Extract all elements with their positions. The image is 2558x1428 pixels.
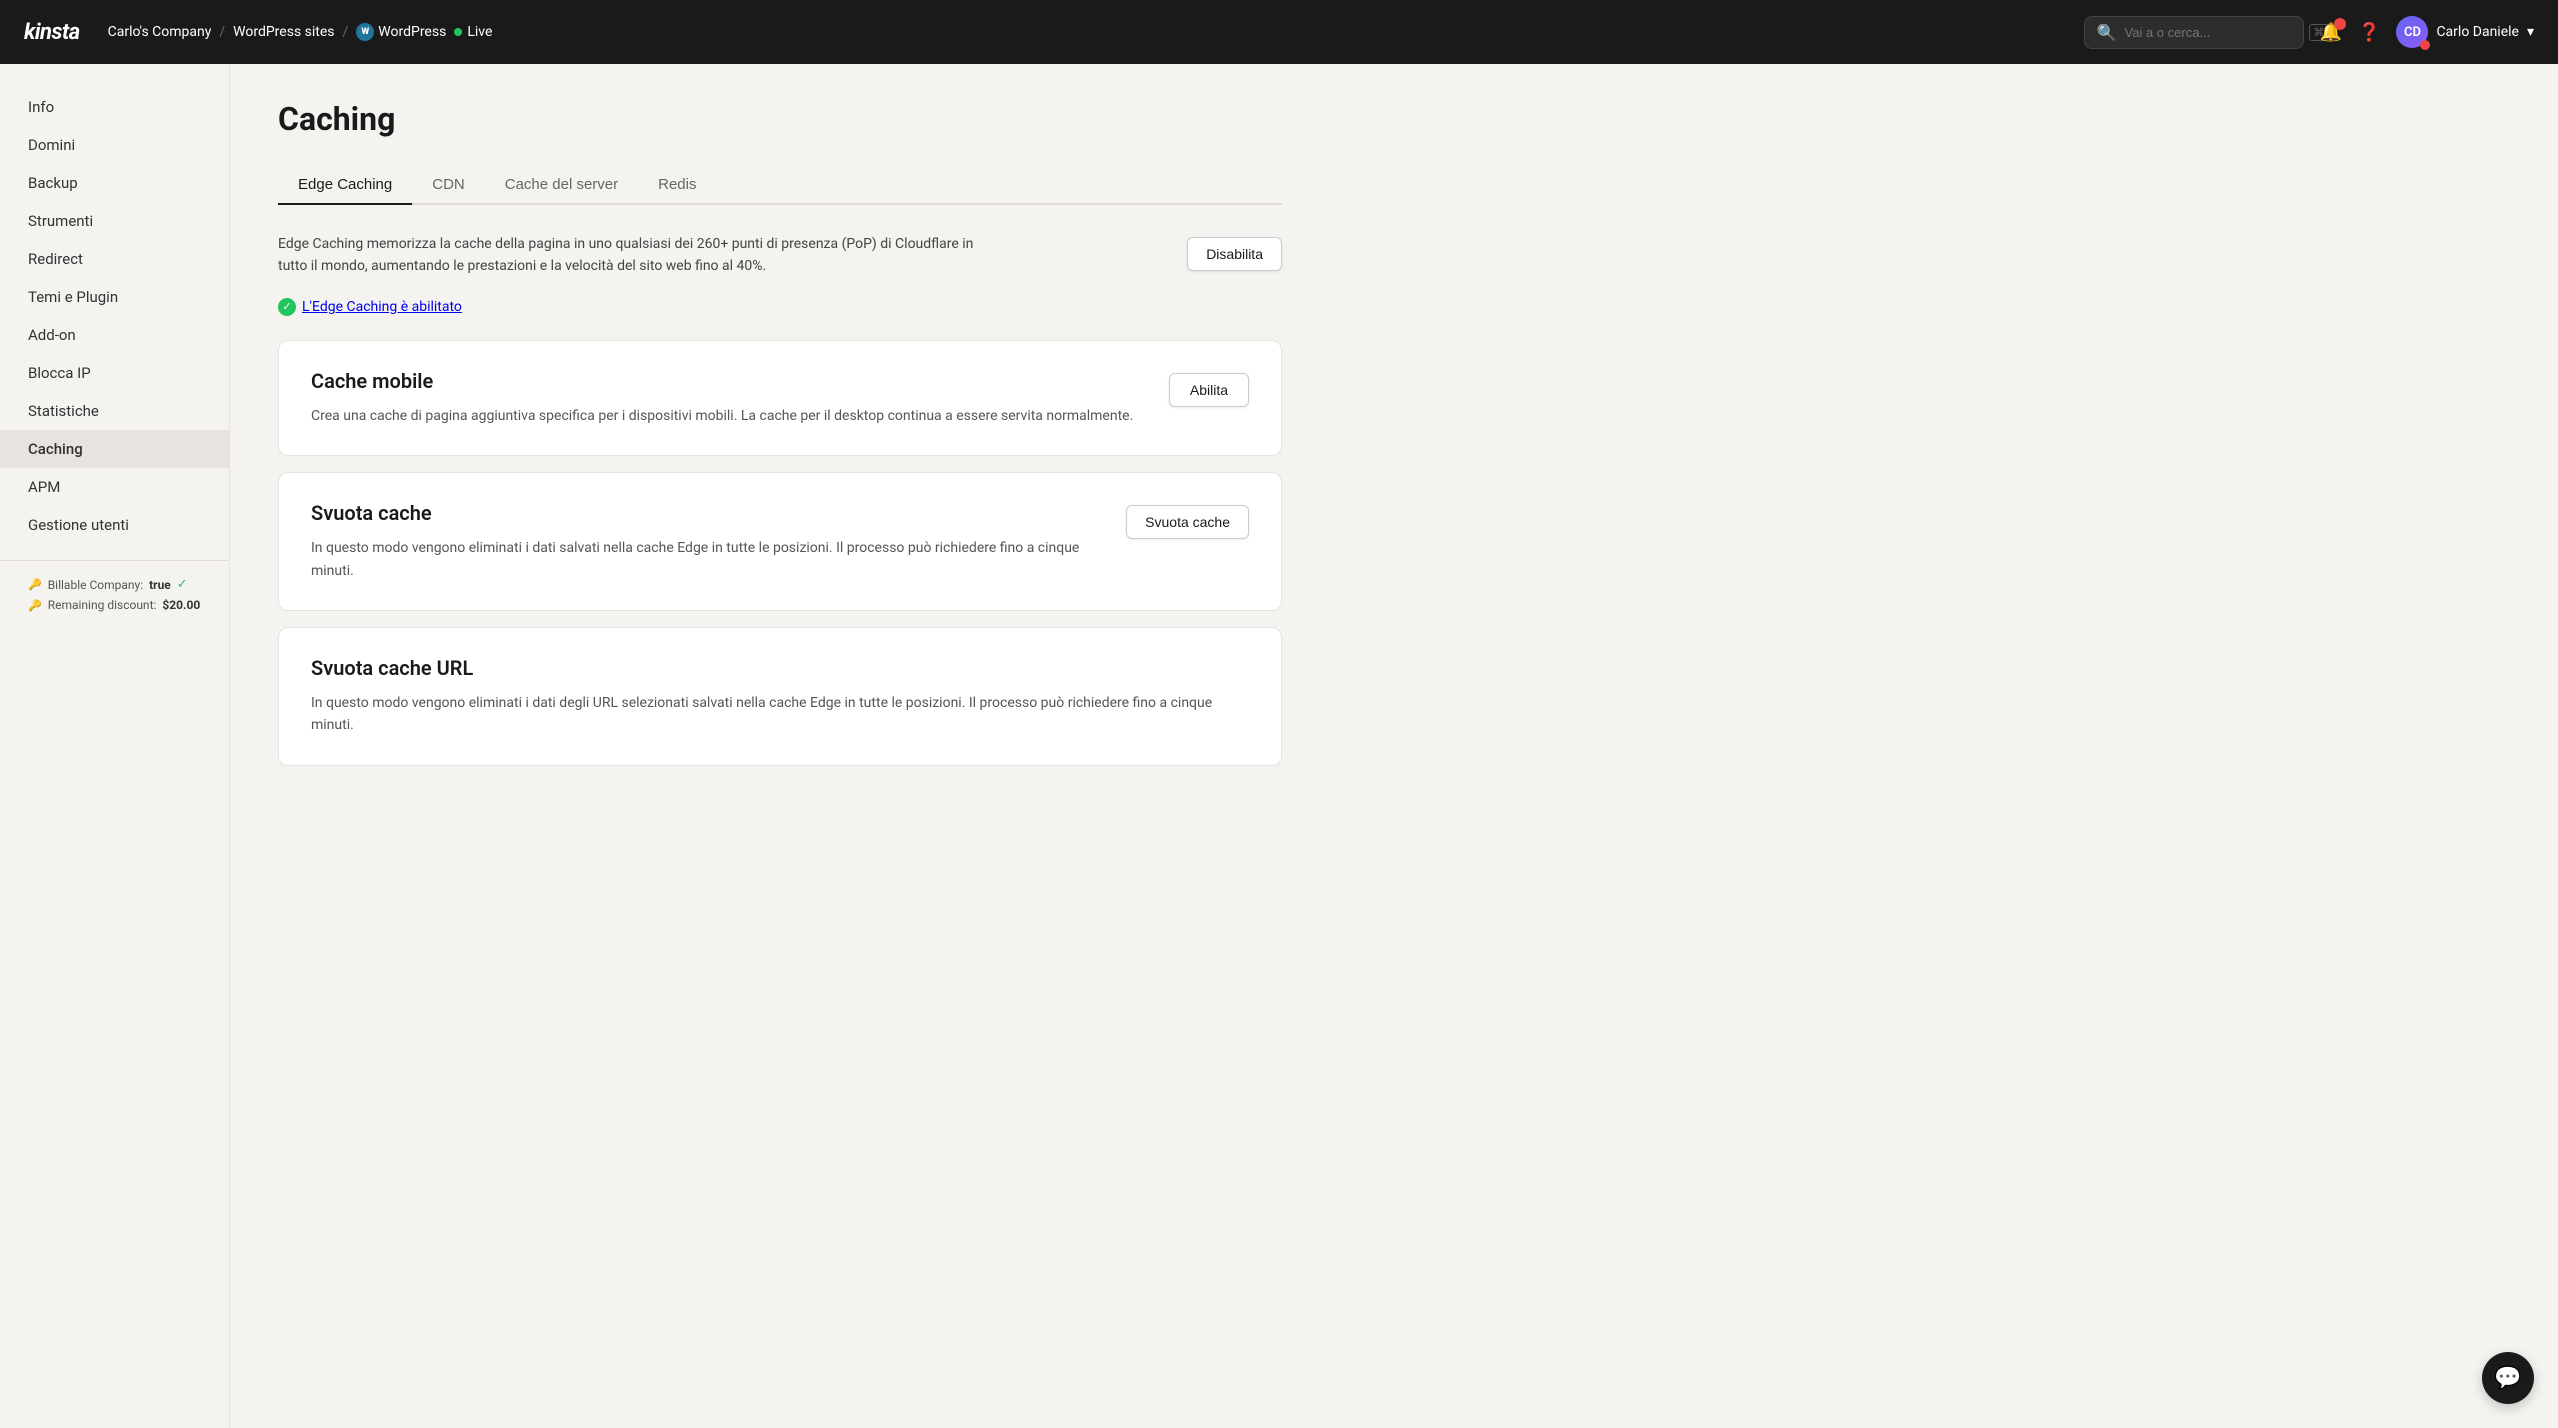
tab-redis[interactable]: Redis [638,166,716,205]
topnav-icons: 🔔 ❓ CD Carlo Daniele ▾ [2320,16,2534,48]
user-menu[interactable]: CD Carlo Daniele ▾ [2396,16,2534,48]
card-title-svuota-cache-url: Svuota cache URL [311,656,1249,680]
live-badge: Live [454,24,492,40]
tab-cdn[interactable]: CDN [412,166,485,205]
tabs: Edge CachingCDNCache del serverRedis [278,166,1282,205]
live-label: Live [467,24,492,40]
sidebar-item-caching[interactable]: Caching [0,430,229,468]
sidebar-item-strumenti[interactable]: Strumenti [0,202,229,240]
wp-site-name: W WordPress [356,23,446,41]
search-icon: 🔍 [2097,23,2117,42]
layout: InfoDominiBackupStrumentiRedirectTemi e … [0,64,2558,1428]
chat-button[interactable]: 💬 [2482,1352,2534,1404]
notifications-badge [2334,18,2346,30]
billable-label: Billable Company: [48,578,143,592]
breadcrumb-sep1: / [219,24,225,40]
card-svuota-cache: Svuota cache In questo modo vengono elimi… [278,472,1282,611]
card-desc-svuota-cache-url: In questo modo vengono eliminati i dati … [311,692,1249,737]
sidebar-item-addon[interactable]: Add-on [0,316,229,354]
check-icon: ✓ [177,577,188,592]
sidebar-item-apm[interactable]: APM [0,468,229,506]
card-button-svuota-cache[interactable]: Svuota cache [1126,505,1249,539]
user-badge [2420,40,2430,50]
billable-value: true [149,578,171,592]
sidebar-item-temi-plugin[interactable]: Temi e Plugin [0,278,229,316]
sidebar-item-domini[interactable]: Domini [0,126,229,164]
discount-label: Remaining discount: [48,598,157,612]
edge-caching-desc-area: Edge Caching memorizza la cache della pa… [278,233,1282,278]
help-button[interactable]: ❓ [2358,22,2380,43]
edge-caching-description: Edge Caching memorizza la cache della pa… [278,233,998,278]
key-icon-2: 🔑 [28,599,42,612]
status-link[interactable]: L'Edge Caching è abilitato [302,299,462,315]
sidebar-item-redirect[interactable]: Redirect [0,240,229,278]
card-desc-svuota-cache: In questo modo vengono eliminati i dati … [311,537,1102,582]
breadcrumb-sep2: / [343,24,349,40]
billable-company: 🔑 Billable Company: true ✓ [28,577,201,592]
card-title-svuota-cache: Svuota cache [311,501,1102,525]
main-content: Caching Edge CachingCDNCache del serverR… [230,64,1330,1428]
sidebar: InfoDominiBackupStrumentiRedirectTemi e … [0,64,230,1428]
edge-caching-status: ✓ L'Edge Caching è abilitato [278,298,1282,316]
sidebar-item-gestione-utenti[interactable]: Gestione utenti [0,506,229,544]
sidebar-item-statistiche[interactable]: Statistiche [0,392,229,430]
user-name: Carlo Daniele [2436,24,2519,40]
disabilita-button[interactable]: Disabilita [1187,237,1282,271]
card-content-cache-mobile: Cache mobile Crea una cache di pagina agg… [311,369,1145,427]
breadcrumb: Carlo's Company / WordPress sites / W Wo… [108,23,493,41]
notifications-button[interactable]: 🔔 [2320,22,2342,43]
wordpress-icon: W [356,23,374,41]
remaining-discount: 🔑 Remaining discount: $20.00 [28,598,201,612]
card-svuota-cache-url: Svuota cache URL In questo modo vengono e… [278,627,1282,766]
disable-action: Disabilita [1187,233,1282,271]
check-circle-icon: ✓ [278,298,296,316]
breadcrumb-site: WordPress [378,24,446,40]
card-action-svuota-cache: Svuota cache [1126,501,1249,539]
sidebar-item-blocca-ip[interactable]: Blocca IP [0,354,229,392]
card-title-cache-mobile: Cache mobile [311,369,1145,393]
tab-cache-del-server[interactable]: Cache del server [485,166,638,205]
page-title: Caching [278,100,1282,138]
sidebar-item-backup[interactable]: Backup [0,164,229,202]
card-desc-cache-mobile: Crea una cache di pagina aggiuntiva spec… [311,405,1145,427]
card-button-cache-mobile[interactable]: Abilita [1169,373,1249,407]
key-icon: 🔑 [28,578,42,591]
card-content-svuota-cache-url: Svuota cache URL In questo modo vengono e… [311,656,1249,737]
card-content-svuota-cache: Svuota cache In questo modo vengono elimi… [311,501,1102,582]
live-dot-icon [454,28,462,36]
card-cache-mobile: Cache mobile Crea una cache di pagina agg… [278,340,1282,456]
tab-edge-caching[interactable]: Edge Caching [278,166,412,205]
card-action-cache-mobile: Abilita [1169,369,1249,407]
kinsta-logo: kinsta [24,20,80,45]
sidebar-footer: 🔑 Billable Company: true ✓ 🔑 Remaining d… [0,560,229,634]
search-input[interactable] [2125,25,2301,40]
search-bar[interactable]: 🔍 ⌘/ [2084,16,2304,49]
breadcrumb-company[interactable]: Carlo's Company [108,24,212,40]
chevron-down-icon: ▾ [2527,24,2534,40]
discount-value: $20.00 [162,598,200,612]
avatar: CD [2396,16,2428,48]
topnav: kinsta Carlo's Company / WordPress sites… [0,0,2558,64]
sidebar-item-info[interactable]: Info [0,88,229,126]
breadcrumb-wordpress-sites[interactable]: WordPress sites [233,24,334,40]
